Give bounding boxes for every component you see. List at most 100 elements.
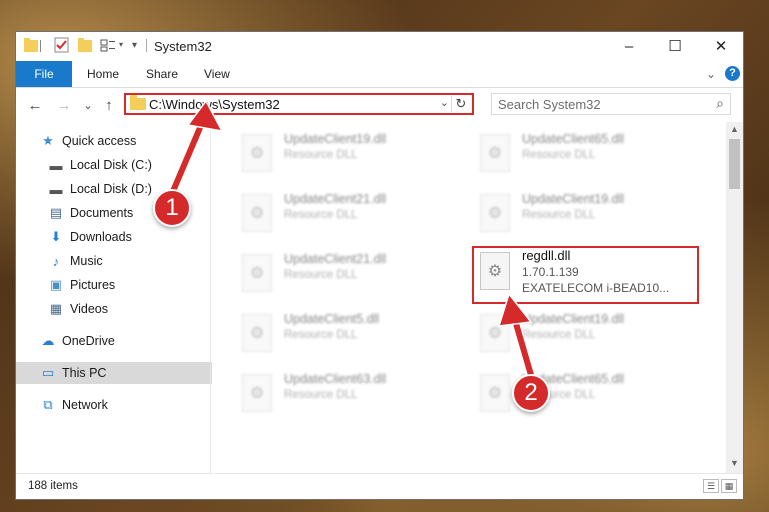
- sidebar-item-network[interactable]: ⧉ Network: [16, 394, 234, 416]
- folder-icon: [130, 95, 146, 110]
- music-icon: ♪: [52, 253, 60, 269]
- title-bar: ▾ ▾ System32 – ☐ ✕: [16, 32, 743, 60]
- forward-button[interactable]: →: [54, 95, 74, 115]
- file-description: Resource DLL: [284, 329, 358, 341]
- step-2-badge: 2: [512, 374, 550, 412]
- dll-file-icon: ⚙: [242, 254, 272, 292]
- drive-icon: ▬: [49, 181, 63, 197]
- expand-ribbon-icon[interactable]: ⌄: [706, 61, 716, 87]
- drive-icon: ▬: [49, 157, 63, 173]
- divider: [146, 39, 147, 52]
- dll-file-icon: ⚙: [242, 374, 272, 412]
- close-button[interactable]: ✕: [698, 32, 743, 60]
- sidebar-item-label: This PC: [62, 366, 107, 380]
- search-input[interactable]: Search System32 ⌕: [491, 93, 731, 115]
- file-description: Resource DLL: [284, 209, 358, 221]
- sidebar-item-label: Quick access: [62, 134, 137, 148]
- sidebar-item-label: Pictures: [70, 278, 116, 292]
- dll-file-icon: ⚙: [480, 134, 510, 172]
- new-folder-icon[interactable]: [78, 37, 92, 55]
- search-placeholder: Search System32: [498, 97, 601, 112]
- sidebar-item-label: Network: [62, 398, 108, 412]
- divider: [40, 40, 41, 52]
- file-name: UpdateClient65.dll: [522, 132, 625, 146]
- file-name: UpdateClient5.dll: [284, 312, 380, 326]
- sidebar-item-music[interactable]: ♪ Music ✦: [16, 250, 242, 272]
- back-button[interactable]: ←: [25, 95, 45, 115]
- window-title: System32: [154, 39, 212, 54]
- vertical-scrollbar[interactable]: ▲ ▼: [726, 122, 743, 474]
- tab-home[interactable]: Home: [87, 61, 119, 87]
- sidebar-item-label: Local Disk (C:): [70, 158, 152, 172]
- customize-toolbar-icon[interactable]: ▾: [119, 40, 123, 58]
- sidebar-item-downloads[interactable]: ⬇ Downloads ✦: [16, 226, 242, 248]
- scroll-down-icon[interactable]: ▼: [726, 458, 743, 472]
- file-description: Resource DLL: [284, 149, 358, 161]
- ribbon-tabs: File Home Share View ⌄ ?: [16, 61, 743, 88]
- sidebar-item-label: Music: [70, 254, 103, 268]
- minimize-button[interactable]: –: [606, 32, 652, 60]
- sidebar-item-label: Local Disk (D:): [70, 182, 152, 196]
- view-toggle: ☰ ▦: [703, 479, 737, 493]
- item-count: 188 items: [28, 480, 78, 492]
- cloud-icon: ☁: [41, 333, 55, 348]
- list-item[interactable]: ⚙ UpdateClient19.dll Resource DLL: [212, 130, 432, 184]
- videos-icon: ▦: [49, 301, 63, 316]
- tab-share[interactable]: Share: [146, 61, 178, 87]
- file-name: UpdateClient63.dll: [284, 372, 387, 386]
- properties-icon[interactable]: [54, 37, 70, 55]
- search-icon: ⌕: [716, 95, 724, 111]
- list-item[interactable]: ⚙ UpdateClient65.dll Resource DLL: [450, 370, 670, 424]
- sidebar-item-label: Documents: [70, 206, 134, 220]
- tab-view[interactable]: View: [204, 61, 230, 87]
- tab-file[interactable]: File: [16, 61, 72, 87]
- sidebar-item-label: Videos: [70, 302, 108, 316]
- list-item[interactable]: ⚙ UpdateClient19.dll Resource DLL: [450, 310, 670, 364]
- scroll-thumb[interactable]: [729, 139, 740, 189]
- download-icon: ⬇: [50, 229, 62, 244]
- sidebar-item-onedrive[interactable]: ☁ OneDrive: [16, 330, 234, 352]
- network-icon: ⧉: [43, 397, 53, 412]
- address-dropdown-icon[interactable]: ⌄: [440, 96, 449, 109]
- dropdown-icon[interactable]: ▾: [132, 40, 137, 58]
- sidebar-item-this-pc[interactable]: ▭ This PC: [16, 362, 234, 384]
- folder-icon: [24, 37, 38, 55]
- list-item[interactable]: ⚙ UpdateClient5.dll Resource DLL: [212, 310, 432, 364]
- scroll-up-icon[interactable]: ▲: [726, 124, 743, 138]
- help-icon[interactable]: ?: [725, 66, 740, 81]
- file-description: Resource DLL: [284, 269, 358, 281]
- file-name: UpdateClient21.dll: [284, 192, 387, 206]
- maximize-button[interactable]: ☐: [652, 32, 698, 60]
- up-button[interactable]: ↑: [99, 95, 119, 115]
- recent-locations-button[interactable]: ⌄: [78, 95, 98, 115]
- sidebar-item-label: OneDrive: [62, 334, 115, 348]
- file-description: Resource DLL: [284, 389, 358, 401]
- refresh-button[interactable]: ↻: [451, 96, 470, 112]
- list-item[interactable]: ⚙ UpdateClient21.dll Resource DLL: [212, 250, 432, 304]
- file-name: UpdateClient19.dll: [284, 132, 387, 146]
- computer-icon: ▭: [41, 365, 55, 380]
- list-item[interactable]: ⚙ UpdateClient21.dll Resource DLL: [212, 190, 432, 244]
- sidebar-item-label: Downloads: [70, 230, 132, 244]
- dll-file-icon: ⚙: [242, 194, 272, 232]
- star-icon: ★: [42, 133, 54, 148]
- view-options-icon[interactable]: [100, 37, 116, 55]
- file-description: Resource DLL: [522, 209, 596, 221]
- sidebar-item-pictures[interactable]: ▣ Pictures ✦: [16, 274, 242, 296]
- dll-file-icon: ⚙: [242, 314, 272, 352]
- pictures-icon: ▣: [49, 277, 63, 292]
- dll-file-icon: ⚙: [480, 194, 510, 232]
- details-view-icon[interactable]: ☰: [703, 479, 719, 493]
- list-item[interactable]: ⚙ UpdateClient63.dll Resource DLL: [212, 370, 432, 424]
- sidebar-item-videos[interactable]: ▦ Videos ✦: [16, 298, 242, 320]
- tiles-view-icon[interactable]: ▦: [721, 479, 737, 493]
- file-description: Resource DLL: [522, 149, 596, 161]
- navigation-bar: ← → ⌄ ↑ C:\Windows\System32 ⌄ ↻ Search S…: [16, 90, 743, 120]
- dll-file-icon: ⚙: [242, 134, 272, 172]
- list-item[interactable]: ⚙ UpdateClient65.dll Resource DLL: [450, 130, 670, 184]
- file-name: UpdateClient21.dll: [284, 252, 387, 266]
- list-item[interactable]: ⚙ UpdateClient19.dll Resource DLL: [450, 190, 670, 244]
- file-name: UpdateClient19.dll: [522, 192, 625, 206]
- status-bar: 188 items ☰ ▦: [16, 473, 743, 499]
- documents-icon: ▤: [49, 205, 63, 220]
